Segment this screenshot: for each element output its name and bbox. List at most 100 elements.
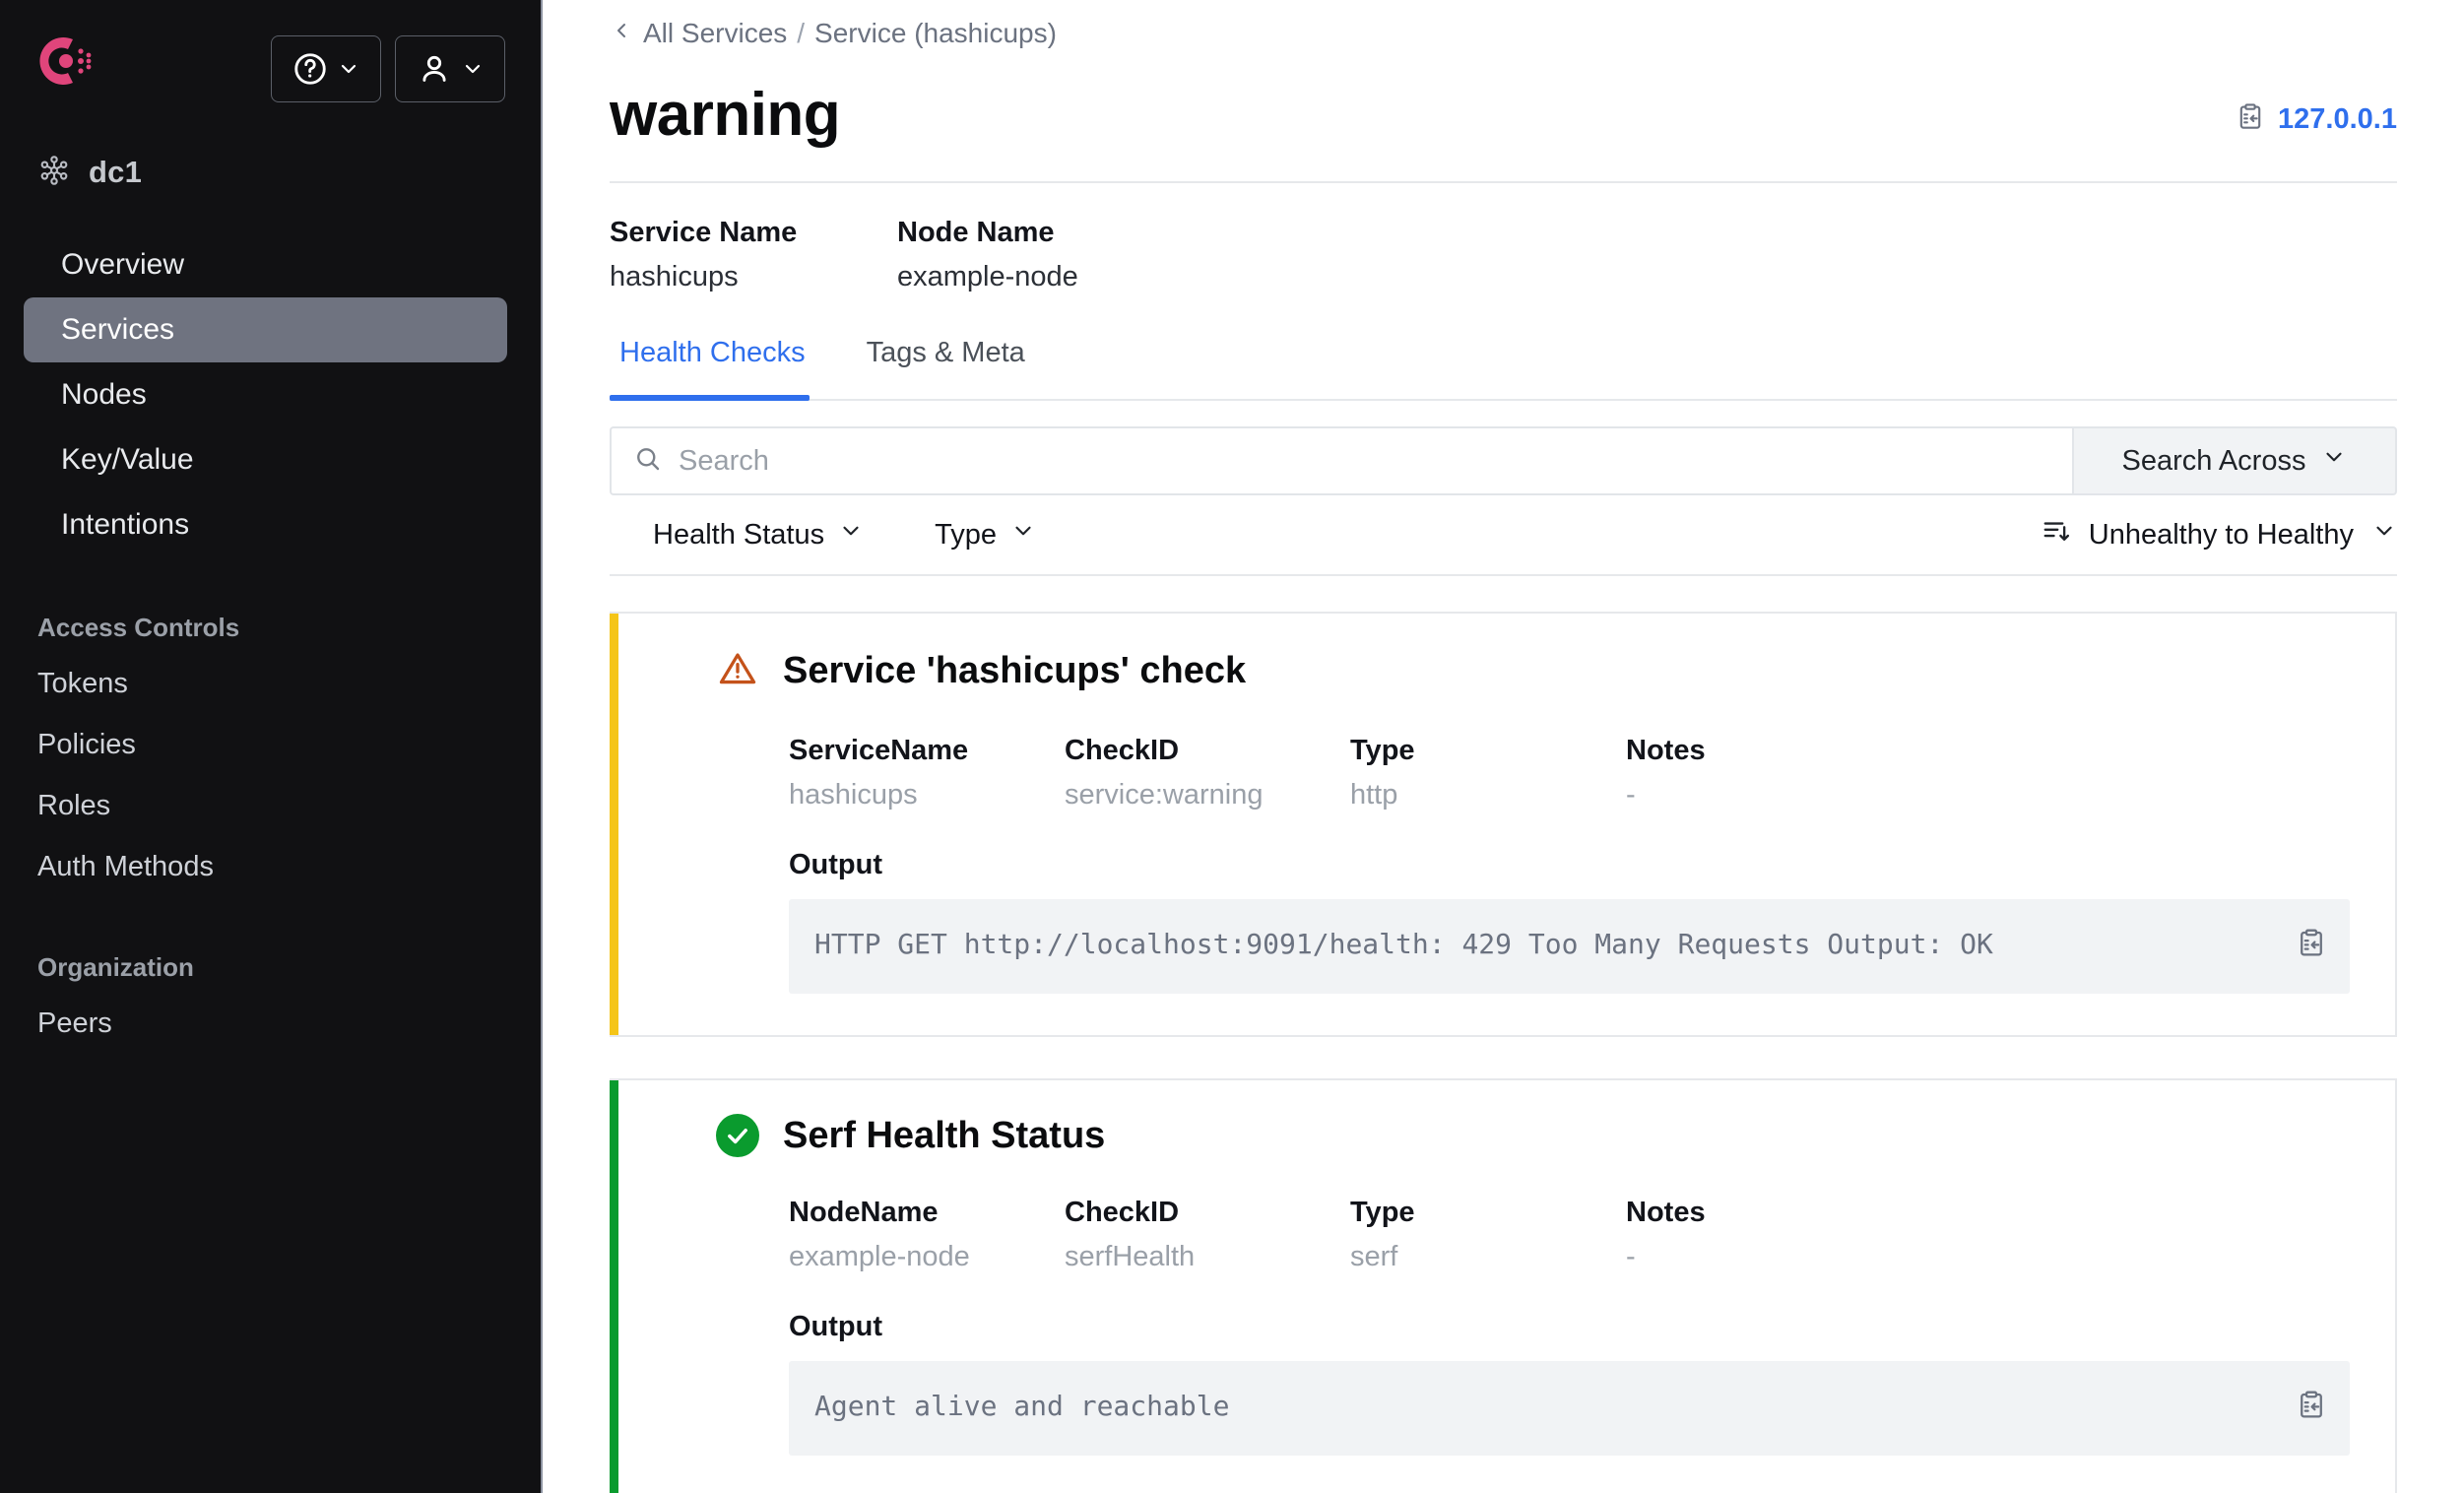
- sidebar-item-tokens[interactable]: Tokens: [0, 653, 541, 714]
- service-meta: Service Name hashicups Node Name example…: [610, 183, 2397, 323]
- ip-address-value: 127.0.0.1: [2278, 103, 2397, 136]
- main-content: All Services / Service (hashicups) warni…: [543, 0, 2464, 1493]
- sort-descending-icon: [2042, 516, 2071, 553]
- page-header: warning 127.0.0.1: [610, 49, 2397, 181]
- filters-left: Health Status Type: [610, 518, 1036, 552]
- breadcrumb-current: Service (hashicups): [814, 18, 1057, 49]
- sidebar-item-label: Roles: [37, 790, 110, 822]
- breadcrumb: All Services / Service (hashicups): [610, 0, 2397, 49]
- card-header: Serf Health Status: [716, 1114, 2350, 1157]
- filter-type[interactable]: Type: [935, 518, 1036, 552]
- service-name-block: Service Name hashicups: [610, 217, 897, 293]
- chevron-down-icon: [461, 57, 485, 81]
- health-check-list: Service 'hashicups' check ServiceName ha…: [610, 612, 2397, 1493]
- node-name-value: example-node: [897, 261, 1094, 293]
- breadcrumb-all-services[interactable]: All Services: [643, 18, 787, 49]
- field-value: serf: [1350, 1241, 1626, 1273]
- datacenter-selector[interactable]: dc1: [0, 150, 541, 195]
- field-label: Type: [1350, 1197, 1626, 1229]
- datacenter-label: dc1: [89, 155, 142, 190]
- field-servicename: ServiceName hashicups: [789, 735, 1065, 811]
- sidebar-item-label: Policies: [37, 729, 136, 761]
- sidebar-group-organization: Organization: [0, 952, 541, 983]
- user-menu-button[interactable]: [395, 35, 505, 102]
- tab-bar: Health Checks Tags & Meta: [610, 323, 2397, 401]
- copy-clipboard-icon[interactable]: [2295, 1389, 2328, 1427]
- search-across-dropdown[interactable]: Search Across: [2072, 426, 2397, 495]
- chevron-left-icon[interactable]: [610, 18, 633, 49]
- sidebar-item-label: Auth Methods: [37, 851, 214, 883]
- copy-clipboard-icon[interactable]: [2295, 927, 2328, 965]
- sidebar-item-auth-methods[interactable]: Auth Methods: [0, 836, 541, 897]
- card-title: Serf Health Status: [783, 1115, 1105, 1157]
- chevron-down-icon: [2321, 444, 2347, 478]
- field-notes: Notes -: [1626, 735, 1706, 811]
- search-input[interactable]: [679, 445, 2050, 478]
- help-button[interactable]: [271, 35, 381, 102]
- sidebar-item-intentions[interactable]: Intentions: [24, 492, 507, 557]
- card-status-accent: [610, 614, 618, 1035]
- breadcrumb-separator: /: [797, 18, 805, 49]
- field-checkid: CheckID service:warning: [1065, 735, 1350, 811]
- tab-label: Health Checks: [619, 337, 806, 368]
- output-box: Agent alive and reachable: [789, 1361, 2350, 1456]
- copy-clipboard-icon: [2235, 101, 2266, 138]
- tab-label: Tags & Meta: [867, 337, 1025, 368]
- field-label: Notes: [1626, 735, 1706, 767]
- field-value: -: [1626, 779, 1706, 811]
- node-name-block: Node Name example-node: [897, 217, 1094, 293]
- service-name-label: Service Name: [610, 217, 897, 249]
- card-status-accent: [610, 1080, 618, 1493]
- sidebar-item-label: Services: [61, 313, 174, 347]
- field-value: serfHealth: [1065, 1241, 1350, 1273]
- sidebar-item-key-value[interactable]: Key/Value: [24, 427, 507, 492]
- sidebar-header: [0, 0, 541, 102]
- field-label: Type: [1350, 735, 1626, 767]
- sort-label: Unhealthy to Healthy: [2089, 519, 2354, 552]
- sidebar-item-roles[interactable]: Roles: [0, 775, 541, 836]
- sidebar-item-label: Key/Value: [61, 443, 194, 477]
- user-icon: [416, 50, 453, 88]
- sidebar-item-label: Peers: [37, 1007, 112, 1040]
- filter-health-status[interactable]: Health Status: [653, 518, 864, 552]
- field-value: example-node: [789, 1241, 1065, 1273]
- search-row: Search Across: [610, 426, 2397, 495]
- check-circle-icon: [716, 1114, 759, 1157]
- sidebar-item-services[interactable]: Services: [24, 297, 507, 362]
- sidebar-item-label: Tokens: [37, 668, 128, 700]
- field-label: CheckID: [1065, 735, 1350, 767]
- field-nodename: NodeName example-node: [789, 1197, 1065, 1273]
- sidebar-item-label: Overview: [61, 248, 184, 282]
- field-value: -: [1626, 1241, 1706, 1273]
- sidebar-item-peers[interactable]: Peers: [0, 993, 541, 1054]
- sidebar-nav: Overview Services Nodes Key/Value Intent…: [0, 232, 541, 1054]
- field-label: ServiceName: [789, 735, 1065, 767]
- card-header: Service 'hashicups' check: [716, 647, 2350, 695]
- health-check-card-passing: Serf Health Status NodeName example-node…: [610, 1078, 2397, 1493]
- filter-label: Health Status: [653, 519, 824, 552]
- tab-tags-meta[interactable]: Tags & Meta: [857, 323, 1053, 399]
- field-label: Notes: [1626, 1197, 1706, 1229]
- sidebar: dc1 Overview Services Nodes Key/Value In…: [0, 0, 543, 1493]
- tab-health-checks[interactable]: Health Checks: [610, 323, 833, 399]
- sort-dropdown[interactable]: Unhealthy to Healthy: [2042, 516, 2397, 553]
- output-box: HTTP GET http://localhost:9091/health: 4…: [789, 899, 2350, 994]
- search-box[interactable]: [610, 426, 2072, 495]
- card-fields: ServiceName hashicups CheckID service:wa…: [716, 735, 2350, 811]
- field-type: Type serf: [1350, 1197, 1626, 1273]
- datacenter-icon: [37, 154, 71, 192]
- sidebar-item-policies[interactable]: Policies: [0, 714, 541, 775]
- field-checkid: CheckID serfHealth: [1065, 1197, 1350, 1273]
- sidebar-item-overview[interactable]: Overview: [24, 232, 507, 297]
- field-type: Type http: [1350, 735, 1626, 811]
- filter-label: Type: [935, 519, 997, 552]
- sidebar-item-nodes[interactable]: Nodes: [24, 362, 507, 427]
- card-fields: NodeName example-node CheckID serfHealth…: [716, 1197, 2350, 1273]
- chevron-down-icon: [838, 518, 864, 552]
- sidebar-item-label: Nodes: [61, 378, 147, 412]
- consul-logo-icon[interactable]: [33, 30, 97, 93]
- chevron-down-icon: [2371, 518, 2397, 552]
- copy-ip-button[interactable]: 127.0.0.1: [2235, 101, 2397, 146]
- output-label: Output: [716, 849, 2350, 881]
- health-check-card-warning: Service 'hashicups' check ServiceName ha…: [610, 612, 2397, 1037]
